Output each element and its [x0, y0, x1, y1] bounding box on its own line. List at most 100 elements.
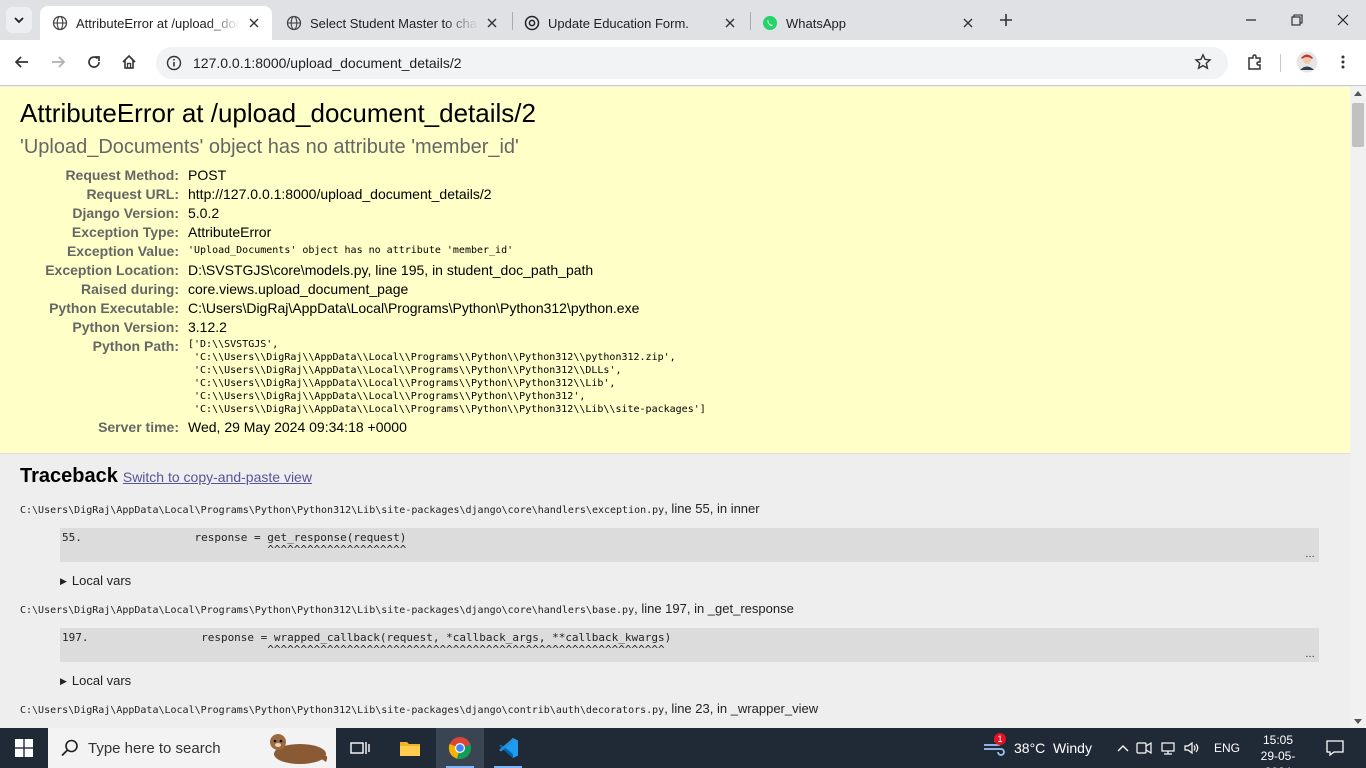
arrow-left-icon [14, 56, 28, 68]
scroll-up-arrow-icon[interactable] [1354, 91, 1362, 96]
error-title: AttributeError at /upload_document_detai… [20, 98, 536, 128]
switch-view-link[interactable]: Switch to copy-and-paste view [123, 469, 312, 485]
folder-icon [400, 742, 420, 756]
code-line: 55. response = get_response(request) ^^^… [62, 531, 407, 556]
triangle-right-icon: ▶ [60, 576, 67, 586]
search-placeholder: Type here to search [88, 740, 221, 757]
meta-row: Server time: Wed, 29 May 2024 09:34:18 +0… [20, 418, 706, 437]
meta-row: Request Method: POST [20, 166, 706, 185]
meta-value: core.views.upload_document_page [188, 281, 409, 297]
minimize-button[interactable] [1228, 0, 1274, 40]
close-icon [1337, 14, 1349, 26]
expand-ellipsis[interactable]: … [1305, 549, 1315, 560]
taskbar-clock[interactable]: 15:05 29-05-2024 [1250, 732, 1306, 768]
close-icon[interactable] [246, 15, 262, 31]
new-tab-button[interactable] [994, 8, 1018, 32]
url-text: 127.0.0.1:8000/upload_document_details/2 [193, 55, 462, 71]
volume-icon[interactable] [1180, 741, 1204, 755]
windows-logo-icon [15, 739, 33, 757]
error-summary: AttributeError at /upload_document_detai… [0, 87, 1350, 454]
close-window-button[interactable] [1320, 0, 1366, 40]
meta-row: Python Executable: C:\Users\DigRaj\AppDat… [20, 299, 706, 318]
meta-label: Python Executable: [49, 300, 179, 316]
frame-path: C:\Users\DigRaj\AppData\Local\Programs\P… [20, 705, 665, 716]
tab-title: AttributeError at /upload_document_detai… [76, 15, 240, 31]
meta-row: Request URL: http://127.0.0.1:8000/upload… [20, 185, 706, 204]
taskbar-file-explorer[interactable] [386, 728, 434, 768]
network-icon[interactable] [1156, 741, 1180, 755]
arrow-right-icon [52, 56, 66, 68]
bookmark-star-icon[interactable] [1194, 53, 1214, 73]
tab-title: WhatsApp [786, 15, 846, 31]
search-highlight-otter-icon [260, 730, 332, 768]
meet-now-icon[interactable] [1132, 741, 1156, 755]
taskbar-search-box[interactable]: Type here to search [48, 728, 336, 768]
address-bar[interactable]: 127.0.0.1:8000/upload_document_details/2 [156, 47, 1228, 79]
expand-ellipsis[interactable]: … [1305, 649, 1315, 660]
close-icon[interactable] [484, 15, 500, 31]
frame-location: , line 197, in _get_response [634, 601, 794, 616]
meta-label: Request Method: [65, 167, 179, 183]
tab-whatsapp[interactable]: WhatsApp [750, 6, 986, 40]
puzzle-icon [1248, 54, 1261, 70]
meta-label: Django Version: [72, 205, 179, 221]
chevron-up-icon[interactable] [1114, 743, 1132, 753]
notification-center-button[interactable] [1320, 728, 1350, 768]
reload-icon [88, 56, 100, 68]
tab-title: Select Student Master to change [310, 15, 478, 31]
scrollbar-thumb[interactable] [1352, 103, 1364, 147]
frame-path: C:\Users\DigRaj\AppData\Local\Programs\P… [20, 605, 635, 616]
code-context[interactable]: 197. response = wrapped_callback(request… [60, 628, 1319, 662]
meta-label: Python Path: [92, 338, 179, 354]
weather-widget[interactable]: 1 38°C Windy [982, 728, 1092, 768]
traceback-section: Traceback Switch to copy-and-paste view C… [0, 454, 1350, 728]
local-vars-toggle[interactable]: ▶ Local vars [60, 573, 1330, 589]
task-view-button[interactable] [336, 728, 384, 768]
local-vars-label: Local vars [71, 573, 132, 588]
meta-label: Server time: [98, 419, 179, 435]
frame-path: C:\Users\DigRaj\AppData\Local\Programs\P… [20, 505, 665, 516]
tab-select-student-master[interactable]: Select Student Master to change [274, 6, 510, 40]
language-indicator[interactable]: ENG [1214, 741, 1240, 755]
local-vars-toggle[interactable]: ▶ Local vars [60, 673, 1330, 689]
site-info-icon[interactable] [164, 53, 184, 73]
frame-location: , line 55, in inner [664, 501, 760, 516]
close-icon[interactable] [722, 15, 738, 31]
taskbar-vscode[interactable] [484, 728, 532, 768]
meta-label: Raised during: [80, 281, 179, 297]
whatsapp-icon [762, 15, 778, 31]
traceback-frame-file: C:\Users\DigRaj\AppData\Local\Programs\P… [20, 601, 1330, 619]
tab-update-education-form[interactable]: Update Education Form. [512, 6, 748, 40]
start-button[interactable] [0, 728, 48, 768]
vertical-scrollbar[interactable] [1350, 87, 1366, 728]
forward-button[interactable] [43, 47, 73, 77]
globe-icon [52, 15, 68, 31]
meta-label: Exception Type: [71, 224, 179, 240]
minimize-icon [1246, 19, 1256, 21]
python-path-list: ['D:\\SVSTGJS', 'C:\\Users\\DigRaj\\AppD… [188, 339, 706, 415]
meta-value: D:\SVSTGJS\core\models.py, line 195, in … [188, 262, 594, 278]
browser-menu-button[interactable] [1328, 47, 1358, 77]
code-context[interactable]: 55. response = get_response(request) ^^^… [60, 528, 1319, 562]
error-message: 'Upload_Documents' object has no attribu… [20, 136, 519, 158]
avatar-icon [1296, 51, 1318, 73]
reload-button[interactable] [79, 47, 109, 77]
meta-value: 'Upload_Documents' object has no attribu… [188, 245, 514, 256]
back-button[interactable] [7, 47, 37, 77]
tab-attribute-error[interactable]: AttributeError at /upload_document_detai… [40, 6, 272, 40]
meta-row: Exception Type: AttributeError [20, 223, 706, 242]
tab-title: Update Education Form. [548, 15, 689, 31]
chatgpt-icon [524, 15, 540, 31]
code-line: 197. response = wrapped_callback(request… [62, 631, 672, 656]
extensions-button[interactable] [1240, 47, 1270, 77]
tab-search-menu-button[interactable] [6, 7, 32, 33]
restore-button[interactable] [1274, 0, 1320, 40]
close-icon[interactable] [960, 15, 976, 31]
weather-wind-icon: 1 [982, 733, 1008, 759]
home-button[interactable] [114, 47, 144, 77]
meta-value: Wed, 29 May 2024 09:34:18 +0000 [188, 419, 407, 435]
local-vars-label: Local vars [71, 673, 132, 688]
profile-avatar[interactable] [1292, 47, 1322, 77]
taskbar-chrome[interactable] [436, 728, 484, 768]
scroll-down-arrow-icon[interactable] [1354, 719, 1362, 724]
